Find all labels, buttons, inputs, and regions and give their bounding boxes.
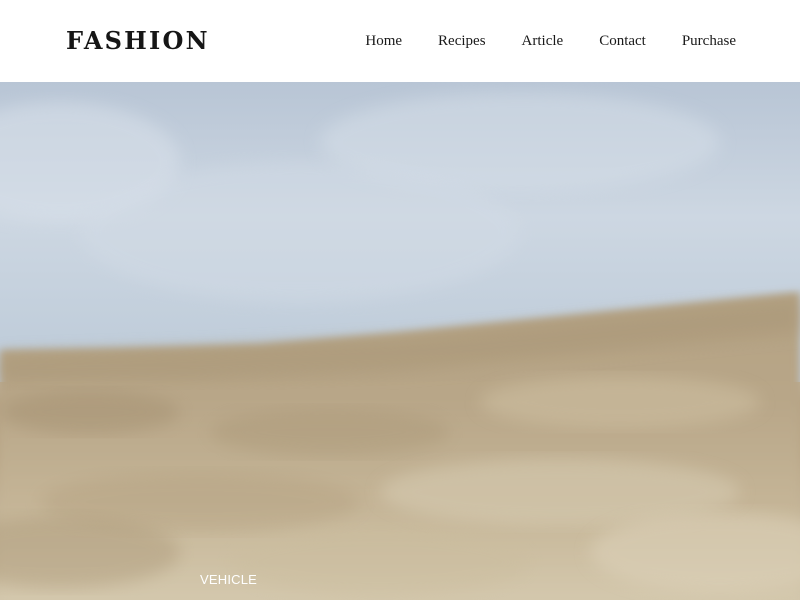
main-nav: Home Recipes Article Contact Purchase <box>365 30 736 52</box>
nav-item-article[interactable]: Article <box>522 30 564 52</box>
hero-landscape <box>0 82 800 600</box>
hero-image: VEHICLE <box>0 82 800 600</box>
nav-item-recipes[interactable]: Recipes <box>438 30 485 52</box>
site-logo[interactable]: FASHION <box>66 25 210 57</box>
nav-item-contact[interactable]: Contact <box>599 30 646 52</box>
nav-item-purchase[interactable]: Purchase <box>682 30 736 52</box>
site-header: FASHION Home Recipes Article Contact Pur… <box>0 0 800 82</box>
nav-item-home[interactable]: Home <box>365 30 402 52</box>
hero-caption-vehicle[interactable]: VEHICLE <box>200 571 257 589</box>
